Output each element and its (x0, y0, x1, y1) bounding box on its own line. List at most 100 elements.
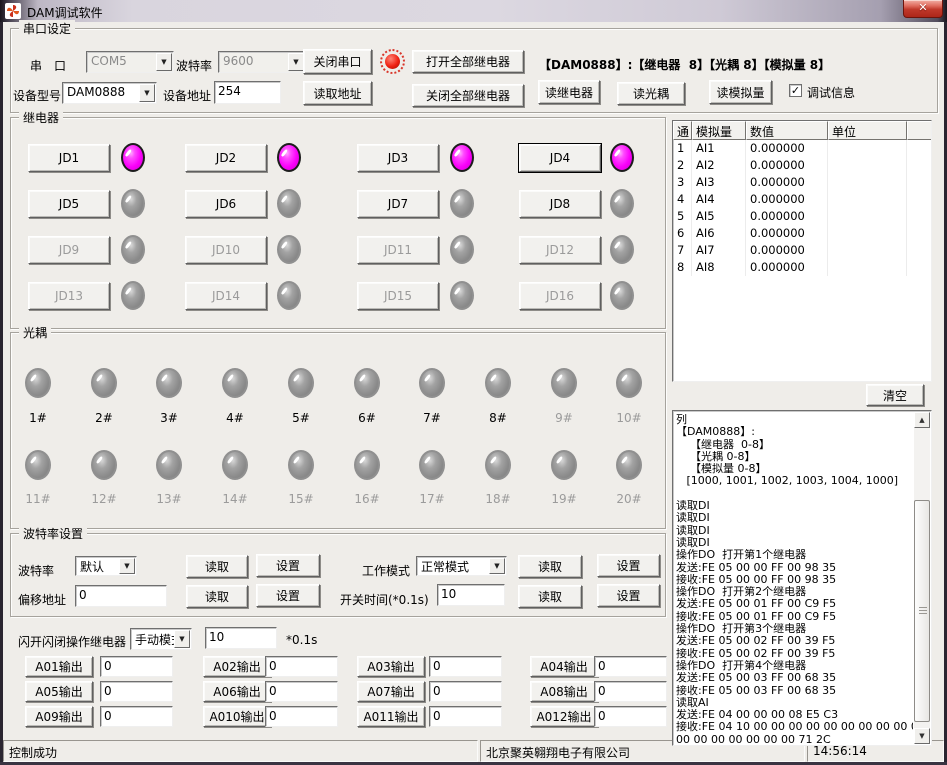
relay-button-JD5[interactable]: JD5 (28, 190, 110, 218)
output-input-A09输出[interactable]: 0 (100, 706, 173, 727)
analog-col-header[interactable] (907, 121, 932, 140)
relay-button-JD6[interactable]: JD6 (185, 190, 267, 218)
device-model-select[interactable]: DAM0888 ▼ (62, 82, 157, 104)
output-button-A012输出[interactable]: A012输出 (530, 706, 598, 727)
device-addr-input[interactable]: 254 (214, 81, 281, 104)
read-opto-button[interactable]: 读光耦 (617, 82, 685, 105)
switch-time-read-button[interactable]: 读取 (518, 585, 582, 608)
output-button-A07输出[interactable]: A07输出 (357, 681, 425, 702)
relay-button-JD7[interactable]: JD7 (357, 190, 439, 218)
close-serial-button[interactable]: 关闭串口 (303, 49, 372, 74)
opto-led-5# (288, 368, 314, 398)
output-button-A06输出[interactable]: A06输出 (203, 681, 271, 702)
opto-label-12#: 12# (79, 492, 129, 506)
relay-button-JD13[interactable]: JD13 (28, 282, 110, 310)
output-button-A04输出[interactable]: A04输出 (530, 656, 598, 677)
relay-button-JD2[interactable]: JD2 (185, 144, 267, 172)
table-cell (907, 242, 932, 259)
device-addr-label: 设备地址 (163, 87, 211, 104)
close-button[interactable]: ✕ (903, 0, 943, 18)
relay-button-JD4[interactable]: JD4 (519, 144, 601, 172)
offset-set-button[interactable]: 设置 (256, 584, 320, 607)
work-mode-select[interactable]: 正常模式 ▼ (416, 556, 507, 576)
analog-col-header[interactable]: 模拟量 (692, 121, 746, 140)
output-button-A02输出[interactable]: A02输出 (203, 656, 271, 677)
log-line: 发送:FE 04 00 00 00 08 E5 C3 (676, 709, 913, 721)
log-line: 操作DO 打开第1个继电器 (676, 549, 913, 561)
scroll-down-icon[interactable]: ▼ (914, 728, 930, 744)
table-cell: 4 (673, 191, 692, 208)
baudrate-read-button[interactable]: 读取 (186, 555, 248, 578)
relay-button-JD3[interactable]: JD3 (357, 144, 439, 172)
output-input-A04输出[interactable]: 0 (594, 656, 667, 677)
output-button-A03输出[interactable]: A03输出 (357, 656, 425, 677)
com-port-select[interactable]: COM5 ▼ (86, 51, 174, 73)
relay-button-JD16[interactable]: JD16 (519, 282, 601, 310)
work-mode-read-button[interactable]: 读取 (518, 555, 582, 578)
offset-addr-input[interactable]: 0 (75, 585, 167, 607)
log-line: 接收:FE 05 00 00 FF 00 98 35 (676, 574, 913, 586)
table-row: 7AI70.000000 (673, 242, 931, 259)
output-input-A02输出[interactable]: 0 (265, 656, 338, 677)
table-cell (828, 174, 907, 191)
opto-led-4# (222, 368, 248, 398)
switch-time-input[interactable]: 10 (437, 584, 505, 606)
relay-button-JD11[interactable]: JD11 (357, 236, 439, 264)
read-relay-button[interactable]: 读继电器 (538, 80, 600, 104)
relay-button-JD9[interactable]: JD9 (28, 236, 110, 264)
table-cell: 0.000000 (746, 140, 828, 157)
relay-button-JD10[interactable]: JD10 (185, 236, 267, 264)
read-analog-button[interactable]: 读模拟量 (709, 80, 772, 104)
output-input-A01输出[interactable]: 0 (100, 656, 173, 677)
relay-button-JD14[interactable]: JD14 (185, 282, 267, 310)
output-input-A010输出[interactable]: 0 (265, 706, 338, 727)
scroll-up-icon[interactable]: ▲ (914, 412, 930, 428)
baudrate-select[interactable]: 默认 ▼ (75, 556, 137, 576)
output-button-A08输出[interactable]: A08输出 (530, 681, 598, 702)
open-all-relays-button[interactable]: 打开全部继电器 (412, 50, 524, 73)
relay-button-JD1[interactable]: JD1 (28, 144, 110, 172)
opto-label-13#: 13# (144, 492, 194, 506)
table-cell: AI8 (692, 259, 746, 276)
analog-col-header[interactable]: 数值 (746, 121, 828, 140)
flash-mode-select[interactable]: 手动模式 ▼ (130, 628, 192, 650)
flash-time-input[interactable]: 10 (205, 627, 277, 649)
log-line: 读取DI (676, 525, 913, 537)
output-button-A01输出[interactable]: A01输出 (25, 656, 93, 677)
output-input-A012输出[interactable]: 0 (594, 706, 667, 727)
output-button-A09输出[interactable]: A09输出 (25, 706, 93, 727)
output-input-A011输出[interactable]: 0 (429, 706, 502, 727)
output-button-A011输出[interactable]: A011输出 (357, 706, 425, 727)
scroll-thumb[interactable] (914, 500, 930, 722)
com-port-value: COM5 (91, 54, 127, 68)
opto-label-15#: 15# (276, 492, 326, 506)
offset-read-button[interactable]: 读取 (186, 585, 248, 608)
output-button-A05输出[interactable]: A05输出 (25, 681, 93, 702)
offset-addr-label: 偏移地址 (18, 591, 66, 608)
baudrate-set-button[interactable]: 设置 (256, 554, 320, 577)
relay-button-JD8[interactable]: JD8 (519, 190, 601, 218)
output-input-A07输出[interactable]: 0 (429, 681, 502, 702)
baud-rate-select[interactable]: 9600 ▼ (218, 51, 306, 73)
switch-time-set-button[interactable]: 设置 (597, 584, 660, 607)
output-input-A03输出[interactable]: 0 (429, 656, 502, 677)
clear-log-button[interactable]: 清空 (866, 384, 924, 406)
opto-label-10#: 10# (604, 411, 654, 425)
close-all-relays-button[interactable]: 关闭全部继电器 (412, 84, 524, 107)
log-line: 读取DI (676, 512, 913, 524)
analog-col-header[interactable]: 通 (673, 121, 692, 140)
output-button-A010输出[interactable]: A010输出 (203, 706, 271, 727)
log-scrollbar[interactable]: ▲ ▼ (914, 412, 930, 744)
output-input-A08输出[interactable]: 0 (594, 681, 667, 702)
work-mode-set-button[interactable]: 设置 (597, 554, 660, 577)
output-input-A05输出[interactable]: 0 (100, 681, 173, 702)
read-addr-button[interactable]: 读取地址 (303, 81, 372, 105)
port-label: 串 口 (30, 57, 66, 74)
relay-button-JD15[interactable]: JD15 (357, 282, 439, 310)
debug-info-checkbox[interactable]: ✓ (789, 84, 802, 97)
relay-button-JD12[interactable]: JD12 (519, 236, 601, 264)
opto-led-19# (551, 450, 577, 480)
log-line: 读取DI (676, 537, 913, 549)
output-input-A06输出[interactable]: 0 (265, 681, 338, 702)
analog-col-header[interactable]: 单位 (828, 121, 907, 140)
